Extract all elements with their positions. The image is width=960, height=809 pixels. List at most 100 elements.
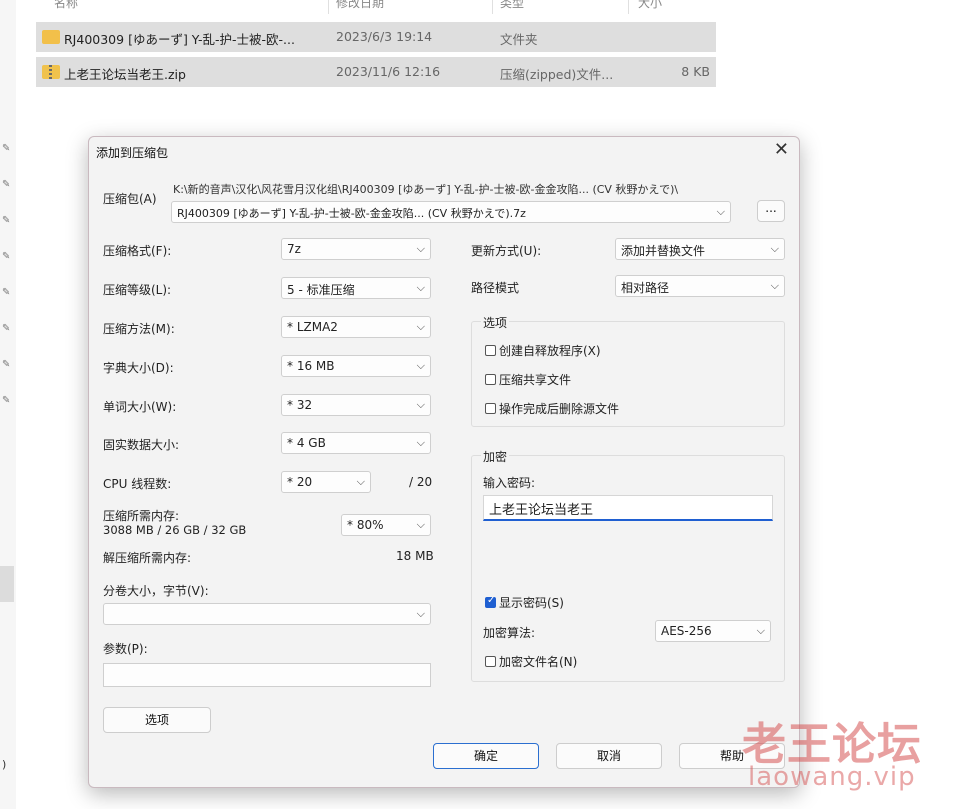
pin-icon[interactable]: ✎ <box>2 180 12 190</box>
chevron-down-icon: ⌵ <box>416 359 425 372</box>
chevron-down-icon: ⌵ <box>770 279 779 292</box>
pin-icon[interactable]: ✎ <box>2 216 12 226</box>
pin-icon[interactable]: ✎ <box>2 396 12 406</box>
pin-icon[interactable]: ✎ <box>2 360 12 370</box>
level-label: 压缩等级(L): <box>103 283 172 297</box>
dialog-title: 添加到压缩包 <box>96 146 169 160</box>
checkbox-box <box>485 656 496 667</box>
checkbox-box <box>485 345 496 356</box>
options-group-title: 选项 <box>481 314 510 331</box>
algorithm-label: 加密算法: <box>483 626 536 640</box>
chevron-down-icon: ⌵ <box>416 607 425 620</box>
checkbox-checked <box>485 595 496 608</box>
file-row-zip[interactable]: 上老王论坛当老王.zip 2023/11/6 12:16 压缩(zipped)文… <box>36 57 716 87</box>
password-value: 上老王论坛当老王 <box>489 503 594 518</box>
browse-button[interactable]: ... <box>757 200 785 222</box>
level-select[interactable]: 5 - 标准压缩 ⌵ <box>281 277 431 299</box>
column-header-date[interactable]: 修改日期 <box>336 0 384 11</box>
format-label: 压缩格式(F): <box>103 244 172 258</box>
word-label: 单词大小(W): <box>103 400 177 414</box>
folder-icon <box>42 30 60 44</box>
dict-label: 字典大小(D): <box>103 361 174 375</box>
checkbox-label: 显示密码(S) <box>499 596 564 610</box>
file-name: RJ400309 [ゆあーず] Y-乱-护-士被-欧-... <box>64 32 295 47</box>
archive-path: K:\新的音声\汉化\风花雪月汉化组\RJ400309 [ゆあーず] Y-乱-护… <box>173 183 679 196</box>
update-value: 添加并替换文件 <box>621 244 706 258</box>
password-input[interactable]: 上老王论坛当老王 <box>483 495 773 521</box>
file-type: 压缩(zipped)文件... <box>500 67 614 82</box>
solid-select[interactable]: * 4 GB ⌵ <box>281 432 431 454</box>
column-divider[interactable] <box>628 0 629 14</box>
path-label: 路径模式 <box>471 281 520 295</box>
update-select[interactable]: 添加并替换文件 ⌵ <box>615 238 785 260</box>
cancel-button[interactable]: 取消 <box>556 743 662 769</box>
word-select[interactable]: * 32 ⌵ <box>281 394 431 416</box>
pin-icon[interactable]: ✎ <box>2 144 12 154</box>
column-divider[interactable] <box>492 0 493 14</box>
archive-label: 压缩包(A) <box>103 192 157 206</box>
file-date: 2023/6/3 19:14 <box>336 29 433 44</box>
delete-after-checkbox[interactable]: 操作完成后删除源文件 <box>485 400 619 417</box>
chevron-down-icon: ⌵ <box>416 320 425 333</box>
file-name: 上老王论坛当老王.zip <box>64 67 186 82</box>
decomp-value: 18 MB <box>396 549 434 563</box>
checkbox-box <box>485 374 496 385</box>
compress-shared-checkbox[interactable]: 压缩共享文件 <box>485 371 571 388</box>
column-header-size[interactable]: 大小 <box>638 0 662 11</box>
volume-select[interactable]: ⌵ <box>103 603 431 625</box>
nav-selected-item[interactable] <box>0 566 14 602</box>
update-label: 更新方式(U): <box>471 244 542 258</box>
format-select[interactable]: 7z ⌵ <box>281 238 431 260</box>
threads-max: / 20 <box>409 475 433 489</box>
password-label: 输入密码: <box>483 476 536 490</box>
threads-value: * 20 <box>287 475 313 489</box>
method-select[interactable]: * LZMA2 ⌵ <box>281 316 431 338</box>
algorithm-value: AES-256 <box>661 624 712 638</box>
create-sfx-checkbox[interactable]: 创建自释放程序(X) <box>485 342 601 359</box>
method-value: * LZMA2 <box>287 320 338 334</box>
chevron-down-icon: ⌵ <box>416 281 425 294</box>
mem-select[interactable]: * 80% ⌵ <box>341 514 431 536</box>
mem-value: * 80% <box>347 518 384 532</box>
threads-select[interactable]: * 20 ⌵ <box>281 471 371 493</box>
word-value: * 32 <box>287 398 313 412</box>
encrypt-filenames-checkbox[interactable]: 加密文件名(N) <box>485 653 577 670</box>
params-label: 参数(P): <box>103 642 148 656</box>
path-value: 相对路径 <box>621 281 670 295</box>
show-password-checkbox[interactable]: 显示密码(S) <box>485 594 564 611</box>
options-button[interactable]: 选项 <box>103 707 211 733</box>
dict-select[interactable]: * 16 MB ⌵ <box>281 355 431 377</box>
pin-icon[interactable]: ✎ <box>2 324 12 334</box>
mem-label: 压缩所需内存: <box>103 509 180 523</box>
pin-icon[interactable]: ✎ <box>2 252 12 262</box>
archive-name-combo[interactable]: RJ400309 [ゆあーず] Y-乱-护-士被-欧-金金攻陷... (CV 秋… <box>171 201 731 223</box>
chevron-down-icon: ⌵ <box>416 242 425 255</box>
chevron-down-icon: ⌵ <box>716 205 725 218</box>
algorithm-select[interactable]: AES-256 ⌵ <box>655 620 771 642</box>
close-icon[interactable]: ✕ <box>774 139 789 160</box>
add-to-archive-dialog: 添加到压缩包 ✕ 压缩包(A) K:\新的音声\汉化\风花雪月汉化组\RJ400… <box>88 136 800 788</box>
chevron-down-icon: ⌵ <box>416 398 425 411</box>
zip-folder-icon <box>42 65 60 79</box>
solid-value: * 4 GB <box>287 436 326 450</box>
column-divider[interactable] <box>328 0 329 14</box>
method-label: 压缩方法(M): <box>103 322 175 336</box>
checkbox-label: 创建自释放程序(X) <box>499 344 601 358</box>
file-size: 8 KB <box>681 64 710 79</box>
file-type: 文件夹 <box>500 32 538 47</box>
file-row-folder[interactable]: RJ400309 [ゆあーず] Y-乱-护-士被-欧-... 2023/6/3 … <box>36 22 716 52</box>
checkbox-box <box>485 403 496 414</box>
params-input[interactable] <box>103 663 431 687</box>
column-header-type[interactable]: 类型 <box>500 0 524 11</box>
decomp-label: 解压缩所需内存: <box>103 551 192 565</box>
solid-label: 固实数据大小: <box>103 438 180 452</box>
path-select[interactable]: 相对路径 ⌵ <box>615 275 785 297</box>
level-value: 5 - 标准压缩 <box>287 283 355 297</box>
chevron-down-icon: ⌵ <box>416 518 425 531</box>
archive-name-value: RJ400309 [ゆあーず] Y-乱-护-士被-欧-金金攻陷... (CV 秋… <box>177 207 526 220</box>
ok-button[interactable]: 确定 <box>433 743 539 769</box>
checkbox-label: 加密文件名(N) <box>499 655 578 669</box>
chevron-down-icon: ⌵ <box>356 475 365 488</box>
pin-icon[interactable]: ✎ <box>2 288 12 298</box>
column-header-name[interactable]: 名称 <box>54 0 78 11</box>
